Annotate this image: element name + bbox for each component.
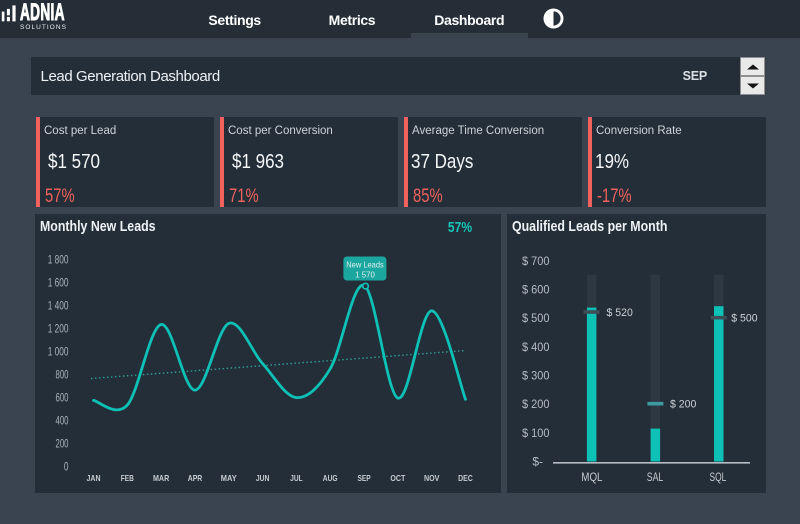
svg-text:MAY: MAY: [221, 473, 237, 483]
svg-text:JAN: JAN: [87, 473, 101, 483]
svg-text:200: 200: [56, 437, 69, 451]
svg-text:FEB: FEB: [121, 473, 134, 483]
svg-text:SQL: SQL: [710, 470, 727, 484]
svg-text:1 570: 1 570: [355, 270, 375, 280]
svg-text:DEC: DEC: [458, 473, 473, 483]
svg-text:$ 300: $ 300: [522, 369, 550, 383]
svg-text:1 000: 1 000: [48, 345, 69, 359]
svg-text:MQL: MQL: [581, 470, 602, 484]
svg-text:1 600: 1 600: [48, 276, 69, 290]
svg-text:$ 520: $ 520: [607, 307, 633, 319]
svg-text:$ 200: $ 200: [522, 397, 550, 411]
svg-text:$ 200: $ 200: [670, 399, 696, 411]
svg-text:$ 700: $ 700: [522, 254, 550, 268]
svg-text:$ 600: $ 600: [522, 283, 550, 297]
svg-text:AUG: AUG: [323, 473, 338, 483]
svg-text:$ 500: $ 500: [731, 313, 757, 325]
svg-text:1 200: 1 200: [48, 322, 69, 336]
svg-text:MAR: MAR: [153, 473, 169, 483]
svg-text:APR: APR: [188, 473, 203, 483]
svg-text:NOV: NOV: [424, 473, 440, 483]
svg-text:OCT: OCT: [390, 473, 406, 483]
svg-text:$ 400: $ 400: [522, 340, 550, 354]
svg-text:$-: $-: [532, 455, 543, 469]
svg-text:SAL: SAL: [647, 470, 664, 484]
svg-text:400: 400: [56, 414, 69, 428]
svg-text:1 800: 1 800: [48, 253, 69, 267]
svg-text:1 400: 1 400: [48, 299, 69, 313]
svg-text:$ 100: $ 100: [522, 426, 550, 440]
svg-text:JUL: JUL: [290, 473, 303, 483]
svg-text:800: 800: [56, 368, 69, 382]
svg-text:600: 600: [56, 391, 69, 405]
svg-text:SEP: SEP: [357, 473, 371, 483]
svg-text:JUN: JUN: [256, 473, 270, 483]
svg-text:$ 500: $ 500: [522, 311, 550, 325]
svg-text:New Leads: New Leads: [346, 260, 384, 270]
svg-text:0: 0: [64, 460, 69, 474]
